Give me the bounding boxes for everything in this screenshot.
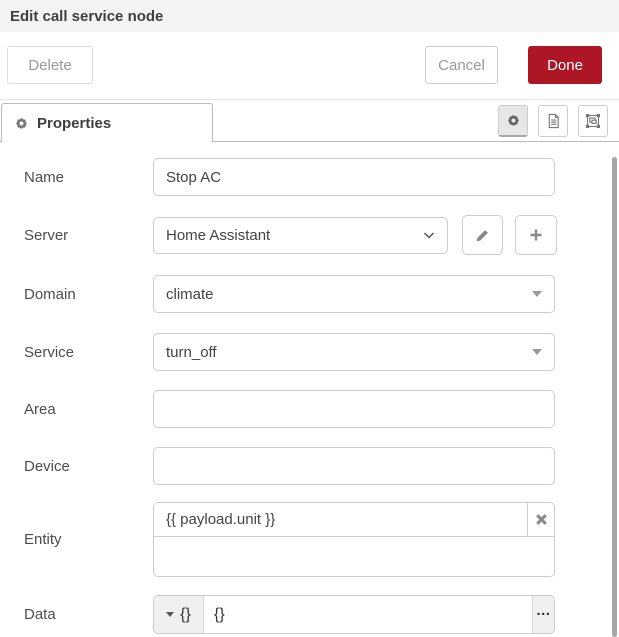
- pencil-icon: [475, 228, 490, 243]
- gear-icon: [506, 113, 521, 128]
- server-select-value: Home Assistant: [166, 227, 270, 244]
- appearance-icon: [585, 113, 601, 129]
- plus-icon: [529, 228, 543, 242]
- entity-list: [153, 502, 555, 577]
- entity-row: Entity: [24, 502, 619, 577]
- area-row: Area: [24, 390, 619, 428]
- server-row: Server Home Assistant: [24, 215, 619, 255]
- description-tab-button[interactable]: [538, 105, 568, 137]
- caret-down-icon: [166, 612, 174, 617]
- dialog-header: Edit call service node: [0, 0, 619, 32]
- chevron-down-icon: [423, 232, 435, 239]
- dialog-title: Edit call service node: [10, 8, 163, 25]
- ellipsis-icon: ...: [536, 602, 550, 619]
- document-icon: [546, 113, 561, 129]
- domain-value: climate: [166, 286, 214, 303]
- properties-tab-button[interactable]: [498, 105, 528, 137]
- entity-item-input[interactable]: [154, 503, 527, 536]
- remove-entity-button[interactable]: [527, 503, 554, 536]
- service-label: Service: [24, 344, 153, 361]
- tab-properties[interactable]: Properties: [1, 103, 213, 142]
- edit-server-button[interactable]: [462, 215, 503, 255]
- cancel-button[interactable]: Cancel: [425, 46, 498, 84]
- appearance-tab-button[interactable]: [578, 105, 608, 137]
- entity-label: Entity: [24, 531, 153, 548]
- gear-icon: [14, 116, 29, 131]
- service-row: Service turn_off: [24, 333, 619, 371]
- entity-list-item: [154, 503, 554, 537]
- device-input[interactable]: [153, 447, 555, 485]
- data-value-text: {}: [214, 606, 225, 624]
- service-combobox[interactable]: turn_off: [153, 333, 555, 371]
- server-select[interactable]: Home Assistant: [153, 217, 448, 254]
- add-server-button[interactable]: [515, 215, 557, 255]
- data-type-select-button[interactable]: {}: [154, 596, 204, 633]
- data-label: Data: [24, 606, 153, 623]
- data-row: Data {} {} ...: [24, 595, 619, 634]
- area-input[interactable]: [153, 390, 555, 428]
- domain-row: Domain climate: [24, 275, 619, 313]
- name-input[interactable]: [153, 158, 555, 196]
- json-type-symbol: {}: [180, 606, 191, 624]
- service-value: turn_off: [166, 344, 217, 361]
- name-row: Name: [24, 158, 619, 196]
- dialog-toolbar: Delete Cancel Done: [0, 32, 619, 100]
- device-label: Device: [24, 458, 153, 475]
- properties-form: Name Server Home Assistant Domain cli: [0, 142, 619, 634]
- name-label: Name: [24, 169, 153, 186]
- data-value-input[interactable]: {}: [204, 596, 532, 633]
- tab-icon-buttons: [498, 105, 608, 137]
- done-button[interactable]: Done: [528, 46, 602, 84]
- entity-new-input[interactable]: [154, 537, 554, 576]
- server-label: Server: [24, 227, 153, 244]
- close-icon: [535, 513, 548, 526]
- caret-down-icon: [532, 349, 542, 355]
- domain-label: Domain: [24, 286, 153, 303]
- edit-tray-tabbar: Properties: [0, 100, 619, 142]
- delete-button[interactable]: Delete: [7, 46, 93, 84]
- toolbar-right-group: Cancel Done: [425, 46, 602, 99]
- expand-editor-button[interactable]: ...: [532, 596, 554, 633]
- tab-properties-label: Properties: [37, 115, 111, 132]
- caret-down-icon: [532, 291, 542, 297]
- data-typed-input: {} {} ...: [153, 595, 555, 634]
- domain-combobox[interactable]: climate: [153, 275, 555, 313]
- area-label: Area: [24, 401, 153, 418]
- device-row: Device: [24, 447, 619, 485]
- vertical-scrollbar[interactable]: [612, 157, 617, 637]
